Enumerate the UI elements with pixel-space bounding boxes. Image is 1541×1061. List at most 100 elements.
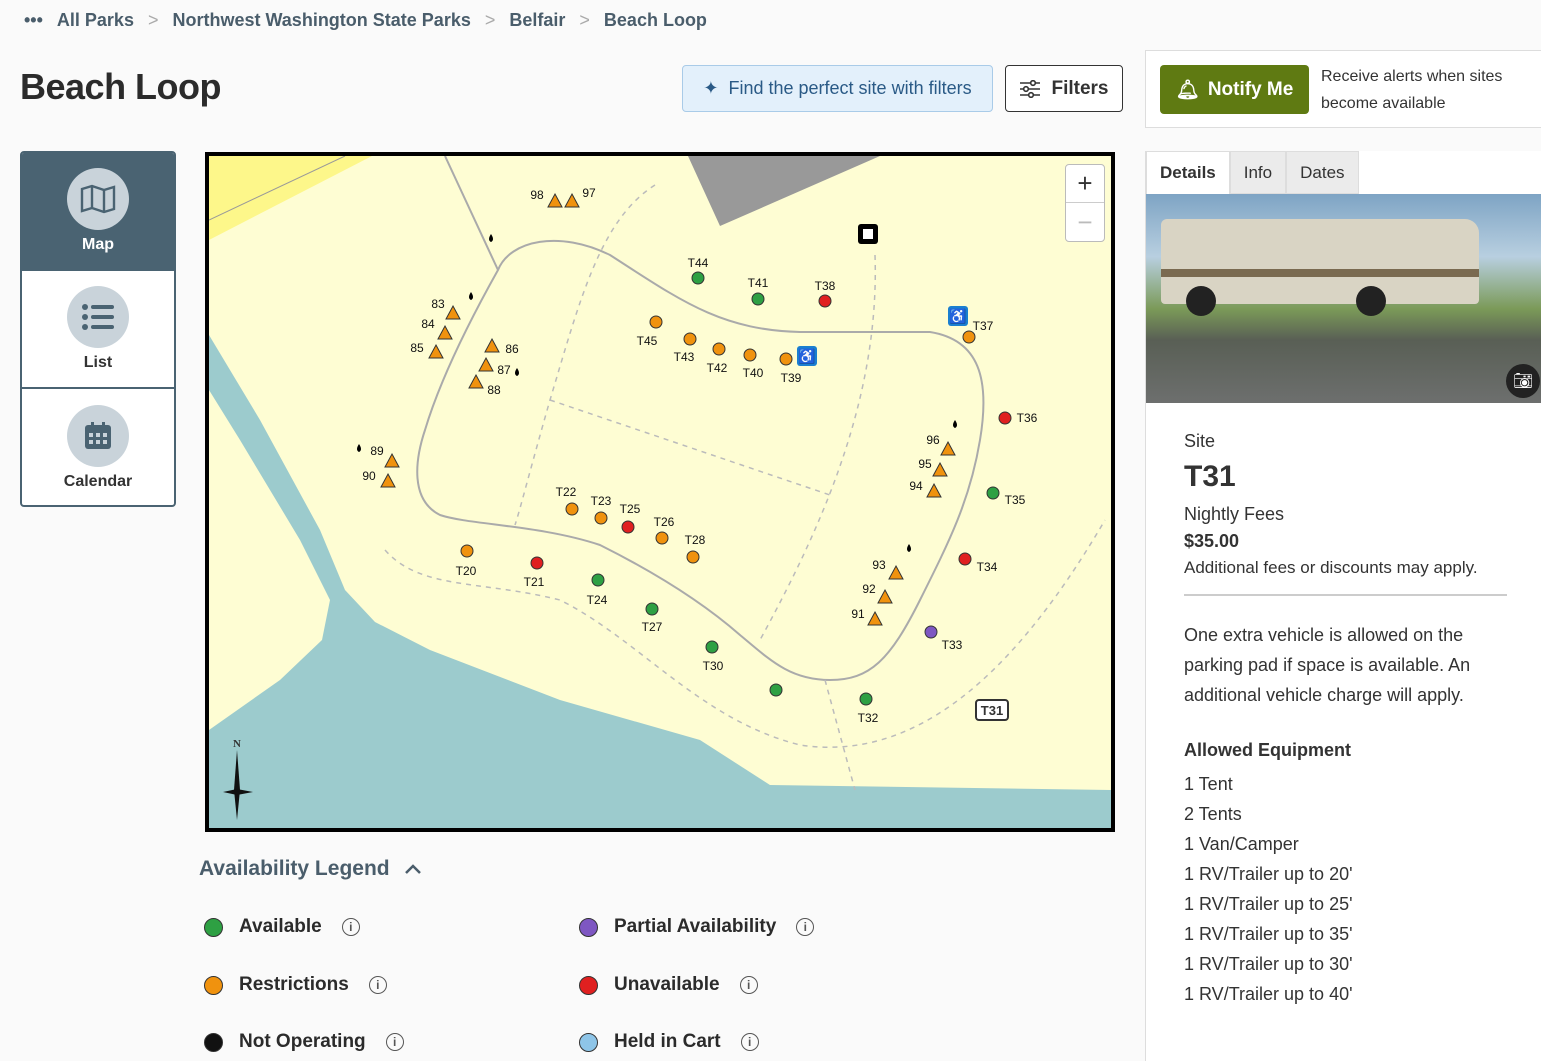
campsite-circle-icon[interactable]	[769, 683, 783, 697]
notify-me-button[interactable]: 🔔︎ Notify Me	[1160, 65, 1309, 114]
campsite-marker[interactable]: T30	[703, 640, 724, 673]
campsite-marker[interactable]: 97	[564, 186, 596, 208]
campsite-marker[interactable]: 83	[431, 297, 461, 320]
campsite-marker[interactable]: T22	[556, 485, 579, 516]
campsite-marker[interactable]: T21	[524, 556, 545, 589]
campsite-circle-icon[interactable]	[705, 640, 719, 654]
campsite-marker[interactable]: 90	[362, 469, 396, 488]
campsite-marker[interactable]: T26	[654, 515, 675, 545]
campsite-marker[interactable]: T24	[587, 573, 608, 607]
campsite-marker[interactable]: T23	[591, 494, 612, 525]
campsite-circle-icon[interactable]	[645, 602, 659, 616]
campsite-marker[interactable]: 98	[530, 188, 563, 208]
campsite-circle-icon[interactable]	[683, 332, 697, 346]
campsite-marker[interactable]: T33	[924, 625, 963, 652]
filters-button[interactable]: Filters	[1005, 65, 1123, 112]
campsite-marker[interactable]: 85	[410, 341, 444, 359]
campsite-marker[interactable]: 84	[421, 317, 453, 340]
campsite-marker[interactable]: 96	[926, 433, 956, 456]
campsite-marker[interactable]: T34	[958, 552, 998, 574]
campsite-marker[interactable]: T28	[685, 533, 706, 564]
info-icon[interactable]: i	[739, 976, 758, 994]
info-icon[interactable]: i	[368, 976, 387, 994]
campsite-circle-icon[interactable]	[530, 556, 544, 570]
legend-toggle[interactable]: Availability Legend	[199, 857, 422, 881]
campsite-triangle-icon[interactable]	[437, 324, 453, 340]
campsite-marker[interactable]: T25	[620, 502, 641, 534]
campsite-marker[interactable]: 86	[484, 337, 519, 356]
campsite-circle-icon[interactable]	[591, 573, 605, 587]
campsite-circle-icon[interactable]	[712, 342, 726, 356]
zoom-out-button[interactable]: −	[1066, 203, 1104, 241]
campsite-marker[interactable]: 89	[370, 444, 400, 468]
campsite-marker[interactable]: T41	[748, 276, 769, 306]
campsite-circle-icon[interactable]	[818, 294, 832, 308]
campsite-triangle-icon[interactable]	[940, 440, 956, 456]
campsite-marker[interactable]: 95	[918, 457, 948, 477]
breadcrumb-more[interactable]: •••	[24, 10, 43, 31]
campsite-triangle-icon[interactable]	[468, 373, 484, 389]
campsite-marker[interactable]: T36	[998, 411, 1038, 425]
campsite-circle-icon[interactable]	[655, 531, 669, 545]
campsite-triangle-icon[interactable]	[564, 192, 580, 208]
view-calendar[interactable]: Calendar	[22, 389, 174, 505]
breadcrumb-region[interactable]: Northwest Washington State Parks	[172, 10, 470, 31]
campsite-marker[interactable]: 93	[872, 558, 904, 580]
campsite-marker[interactable]: T40	[743, 348, 764, 380]
tab-info[interactable]: Info	[1229, 151, 1287, 194]
campground-map[interactable]: 98 97 83 84 85 86 87 88 89 90 96 95 94 93 92 91 T44 T41 T3…	[205, 152, 1115, 832]
campsite-circle-icon[interactable]	[998, 411, 1012, 425]
campsite-marker[interactable]: T20	[456, 544, 477, 578]
view-map[interactable]: Map	[22, 153, 174, 271]
camera-icon[interactable]: 📷︎	[1506, 364, 1540, 398]
info-icon[interactable]: i	[796, 918, 815, 936]
campsite-marker[interactable]: T27	[642, 602, 663, 634]
campsite-marker[interactable]: 88	[468, 373, 501, 397]
campsite-marker[interactable]: T35	[986, 486, 1026, 507]
campsite-circle-icon[interactable]	[686, 550, 700, 564]
campsite-circle-icon[interactable]	[691, 271, 705, 285]
campsite-marker[interactable]: T44	[688, 256, 709, 285]
selected-site-label[interactable]: T31	[975, 699, 1009, 721]
info-icon[interactable]: i	[740, 1033, 759, 1051]
info-icon[interactable]: i	[385, 1033, 404, 1051]
info-icon[interactable]: i	[341, 918, 360, 936]
zoom-in-button[interactable]: +	[1066, 165, 1104, 203]
campsite-circle-icon[interactable]	[460, 544, 474, 558]
view-list[interactable]: List	[22, 271, 174, 389]
campsite-circle-icon[interactable]	[751, 292, 765, 306]
breadcrumb-all-parks[interactable]: All Parks	[57, 10, 134, 31]
campsite-triangle-icon[interactable]	[926, 482, 942, 498]
find-site-button[interactable]: ✦ Find the perfect site with filters	[682, 65, 993, 112]
campsite-triangle-icon[interactable]	[888, 564, 904, 580]
site-photo[interactable]: 📷︎	[1146, 194, 1541, 403]
campsite-circle-icon[interactable]	[565, 502, 579, 516]
campsite-triangle-icon[interactable]	[484, 337, 500, 353]
campsite-marker[interactable]: 94	[909, 479, 942, 498]
campsite-triangle-icon[interactable]	[932, 461, 948, 477]
campsite-triangle-icon[interactable]	[428, 343, 444, 359]
campsite-circle-icon[interactable]	[779, 352, 793, 366]
campsite-circle-icon[interactable]	[594, 511, 608, 525]
campsite-marker[interactable]: T32	[858, 692, 879, 725]
campsite-marker[interactable]: T38	[815, 279, 836, 308]
campsite-marker[interactable]: 92	[862, 582, 893, 604]
campsite-circle-icon[interactable]	[743, 348, 757, 362]
campsite-marker[interactable]: 91	[851, 607, 883, 626]
campsite-triangle-icon[interactable]	[380, 472, 396, 488]
campsite-triangle-icon[interactable]	[547, 192, 563, 208]
campsite-circle-icon[interactable]	[859, 692, 873, 706]
campsite-circle-icon[interactable]	[986, 486, 1000, 500]
campsite-triangle-icon[interactable]	[445, 304, 461, 320]
tab-details[interactable]: Details	[1146, 151, 1230, 194]
campsite-triangle-icon[interactable]	[478, 356, 494, 372]
tab-dates[interactable]: Dates	[1286, 151, 1359, 194]
campsite-circle-icon[interactable]	[649, 315, 663, 329]
breadcrumb-park[interactable]: Belfair	[509, 10, 565, 31]
campsite-circle-icon[interactable]	[924, 625, 938, 639]
campsite-marker[interactable]: T42	[707, 342, 728, 375]
campsite-marker[interactable]: 87	[478, 356, 511, 377]
campsite-marker[interactable]: T45	[637, 315, 663, 348]
map-canvas[interactable]: 98 97 83 84 85 86 87 88 89 90 96 95 94 93 92 91 T44 T41 T3…	[209, 156, 1111, 828]
campsite-triangle-icon[interactable]	[877, 588, 893, 604]
